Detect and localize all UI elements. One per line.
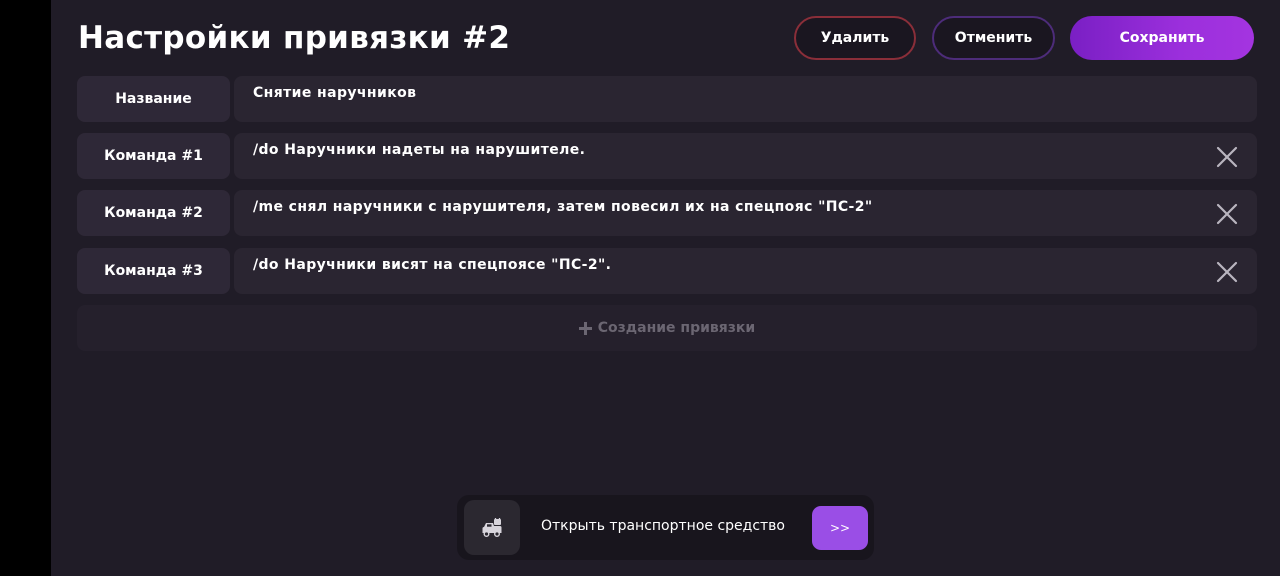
close-icon[interactable] [1216, 146, 1238, 168]
row-value[interactable]: /do Наручники висят на спецпоясе "ПС-2". [253, 257, 611, 273]
delete-button[interactable]: Удалить [794, 16, 916, 60]
row-value[interactable]: Снятие наручников [253, 85, 416, 101]
row-label: Команда #1 [77, 133, 230, 179]
create-binding-label: Создание привязки [597, 320, 756, 336]
close-icon[interactable] [1216, 203, 1238, 225]
command-field-3[interactable]: /do Наручники висят на спецпоясе "ПС-2". [234, 248, 1257, 294]
command-row-2: Команда #2 /me снял наручники с нарушите… [77, 190, 1257, 236]
car-lock-icon [482, 518, 502, 537]
vehicle-prompt: Открыть транспортное средство >> [457, 495, 874, 560]
command-row-3: Команда #3 /do Наручники висят на спецпо… [77, 248, 1257, 294]
close-icon[interactable] [1216, 261, 1238, 283]
row-label: Команда #3 [77, 248, 230, 294]
page-title: Настройки привязки #2 [78, 20, 511, 56]
vehicle-icon-box [464, 500, 520, 555]
open-vehicle-button[interactable]: >> [812, 506, 868, 550]
binding-name-field[interactable]: Снятие наручников [234, 76, 1257, 122]
cancel-button[interactable]: Отменить [932, 16, 1055, 60]
command-field-1[interactable]: /do Наручники надеты на нарушителе. [234, 133, 1257, 179]
save-button[interactable]: Сохранить [1070, 16, 1254, 60]
row-label: Название [77, 76, 230, 122]
vehicle-prompt-text: Открыть транспортное средство [541, 518, 785, 534]
command-row-1: Команда #1 /do Наручники надеты на наруш… [77, 133, 1257, 179]
command-field-2[interactable]: /me снял наручники с нарушителя, затем п… [234, 190, 1257, 236]
binding-name-row: Название Снятие наручников [77, 76, 1257, 122]
row-label: Команда #2 [77, 190, 230, 236]
row-value[interactable]: /do Наручники надеты на нарушителе. [253, 142, 585, 158]
row-value[interactable]: /me снял наручники с нарушителя, затем п… [253, 199, 873, 215]
screen: Настройки привязки #2 Удалить Отменить С… [0, 0, 1280, 576]
create-binding-button[interactable]: Создание привязки [77, 305, 1257, 351]
plus-icon [578, 321, 592, 335]
